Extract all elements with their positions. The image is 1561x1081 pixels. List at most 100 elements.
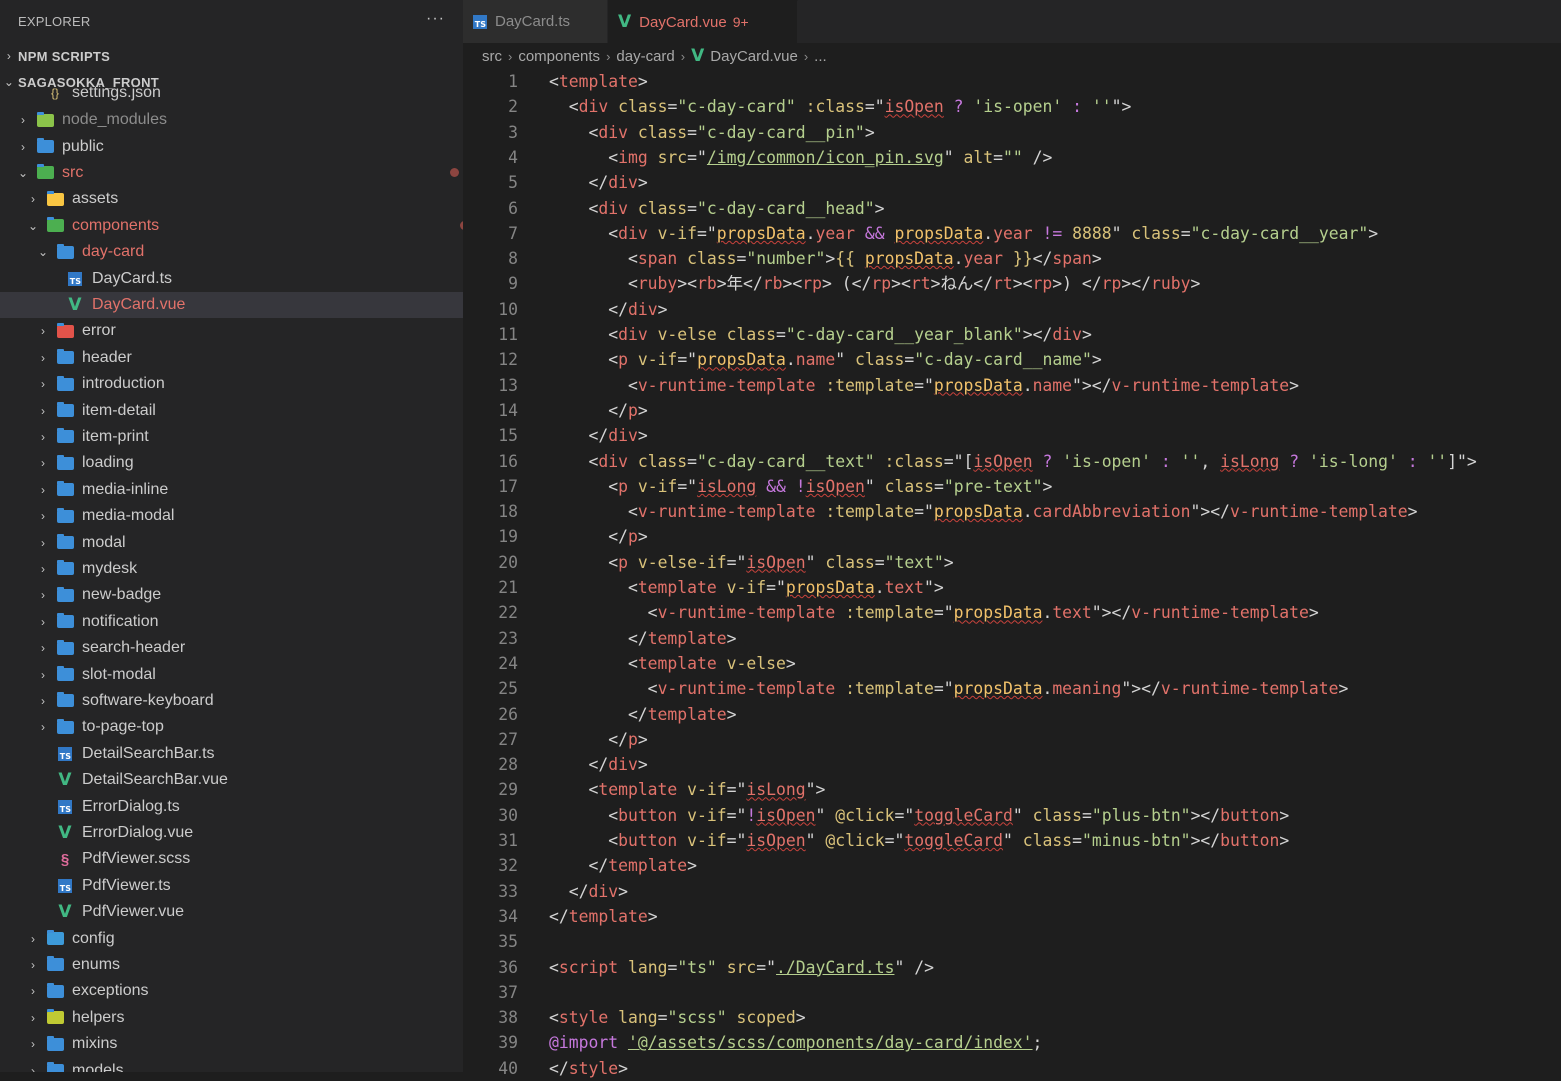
tree-item[interactable]: ›VDetailSearchBar.vue xyxy=(0,767,463,793)
token: v-else xyxy=(726,653,786,673)
tab-daycard-vue[interactable]: V DayCard.vue 9+ xyxy=(608,0,798,43)
token: div xyxy=(608,755,638,775)
token: '' xyxy=(1180,451,1201,471)
tree-item[interactable]: ⌄ components xyxy=(0,213,463,239)
tree-item[interactable]: › exceptions xyxy=(0,978,463,1004)
breadcrumb-item[interactable]: ... xyxy=(814,48,827,65)
tree-item[interactable]: ›TSPdfViewer.ts xyxy=(0,873,463,899)
token: year xyxy=(815,223,855,243)
token: < xyxy=(549,147,619,167)
tree-item[interactable]: ›VErrorDialog.vue xyxy=(0,820,463,846)
token: </ xyxy=(549,881,589,901)
tree-item[interactable]: › helpers xyxy=(0,1005,463,1031)
token: </ xyxy=(549,704,648,724)
tree-item[interactable]: › modal xyxy=(0,529,463,555)
tree-item[interactable]: › config xyxy=(0,925,463,951)
tree-item-label: public xyxy=(62,137,104,155)
tree-item[interactable]: › media-modal xyxy=(0,503,463,529)
tree-item[interactable]: ›VDayCard.vue9+ xyxy=(0,291,463,319)
token: "c-day-card__pin" xyxy=(697,122,865,142)
token: v-runtime-template xyxy=(657,679,836,699)
tree-item[interactable]: ›TSDayCard.ts xyxy=(0,265,463,291)
token: : xyxy=(1160,451,1171,471)
token: > xyxy=(1289,375,1300,395)
code-line: 24 <template v-else> xyxy=(463,651,1561,676)
line-number: 5 xyxy=(508,173,518,193)
token: " xyxy=(805,831,826,850)
tree-item[interactable]: › software-keyboard xyxy=(0,688,463,714)
tree-item[interactable]: › to-page-top xyxy=(0,714,463,740)
folder-icon xyxy=(56,692,74,709)
tree-item[interactable]: › node_modules xyxy=(0,107,463,133)
token: p xyxy=(618,350,628,370)
tree-item[interactable]: › assets xyxy=(0,186,463,212)
tree-item[interactable]: ›§PdfViewer.scss xyxy=(0,846,463,872)
tree-item[interactable]: › media-inline xyxy=(0,477,463,503)
tree-item[interactable]: ⌄ day-card xyxy=(0,239,463,265)
token: </ xyxy=(549,755,609,775)
tree-item-label: modal xyxy=(82,533,126,551)
tree-item[interactable]: › introduction xyxy=(0,371,463,397)
tree-item[interactable]: › new-badge xyxy=(0,582,463,608)
code-line: 4 <img src="/img/common/icon_pin.svg" al… xyxy=(463,145,1561,170)
token: year xyxy=(993,223,1033,243)
tree-item[interactable]: ›TSErrorDialog.ts xyxy=(0,793,463,819)
tree-item[interactable]: › header xyxy=(0,345,463,371)
token: < xyxy=(549,805,619,825)
breadcrumb-item[interactable]: DayCard.vue xyxy=(710,48,798,65)
tree-item[interactable]: › slot-modal xyxy=(0,661,463,687)
section-npm-scripts[interactable]: › NPM SCRIPTS xyxy=(0,43,463,69)
token: =" xyxy=(697,223,717,243)
tree-item[interactable]: › search-header xyxy=(0,635,463,661)
tree-item[interactable]: › mydesk xyxy=(0,556,463,582)
tree-item[interactable]: › mixins xyxy=(0,1031,463,1057)
token: isOpen xyxy=(973,451,1033,471)
editor-area: TS DayCard.ts V DayCard.vue 9+ src › component… xyxy=(463,0,1561,1078)
tree-item[interactable]: › item-print xyxy=(0,424,463,450)
tree-item[interactable]: ›TSDetailSearchBar.ts xyxy=(0,741,463,767)
more-actions-icon[interactable]: ··· xyxy=(426,10,445,28)
tree-item[interactable]: › enums xyxy=(0,952,463,978)
tree-item[interactable]: ›VPdfViewer.vue xyxy=(0,899,463,925)
token: > xyxy=(647,906,658,926)
tree-item[interactable]: ⌄ src xyxy=(0,160,463,186)
folder-icon xyxy=(56,613,74,630)
tree-item[interactable]: › notification xyxy=(0,609,463,635)
token: = xyxy=(667,97,678,117)
tree-item[interactable]: › public xyxy=(0,133,463,159)
token: button xyxy=(618,805,678,825)
token: = xyxy=(904,350,915,370)
chevron-right-icon: › xyxy=(41,509,45,524)
code-line: 9 <ruby><rb>年</rb><rp> (</rp><rt>ねん</rt>… xyxy=(463,271,1561,296)
tab-daycard-ts[interactable]: TS DayCard.ts xyxy=(463,0,608,43)
token: =" xyxy=(726,805,747,825)
tree-item-label: loading xyxy=(82,454,134,472)
token: </ xyxy=(549,1058,569,1078)
token: class xyxy=(687,249,737,269)
breadcrumb-item[interactable]: day-card xyxy=(616,48,674,65)
chevron-right-icon: › xyxy=(41,614,45,629)
tree-item-label: src xyxy=(62,163,84,181)
chevron-right-icon: › xyxy=(41,667,45,682)
token: :template xyxy=(825,502,915,522)
breadcrumb-item[interactable]: components xyxy=(518,48,600,65)
tree-item[interactable]: › loading xyxy=(0,450,463,476)
ts-file-icon: TS xyxy=(473,14,487,29)
tree-item[interactable]: › item-detail xyxy=(0,397,463,423)
breadcrumb-item[interactable]: src xyxy=(482,48,502,65)
token: :template xyxy=(845,679,934,699)
tree-item[interactable]: › models xyxy=(0,1057,463,1072)
tree-item[interactable]: › error xyxy=(0,318,463,344)
chevron-right-icon: › xyxy=(31,1010,35,1025)
tree-item[interactable]: ›{}settings.json xyxy=(0,80,463,106)
assets-folder-icon xyxy=(46,190,64,207)
